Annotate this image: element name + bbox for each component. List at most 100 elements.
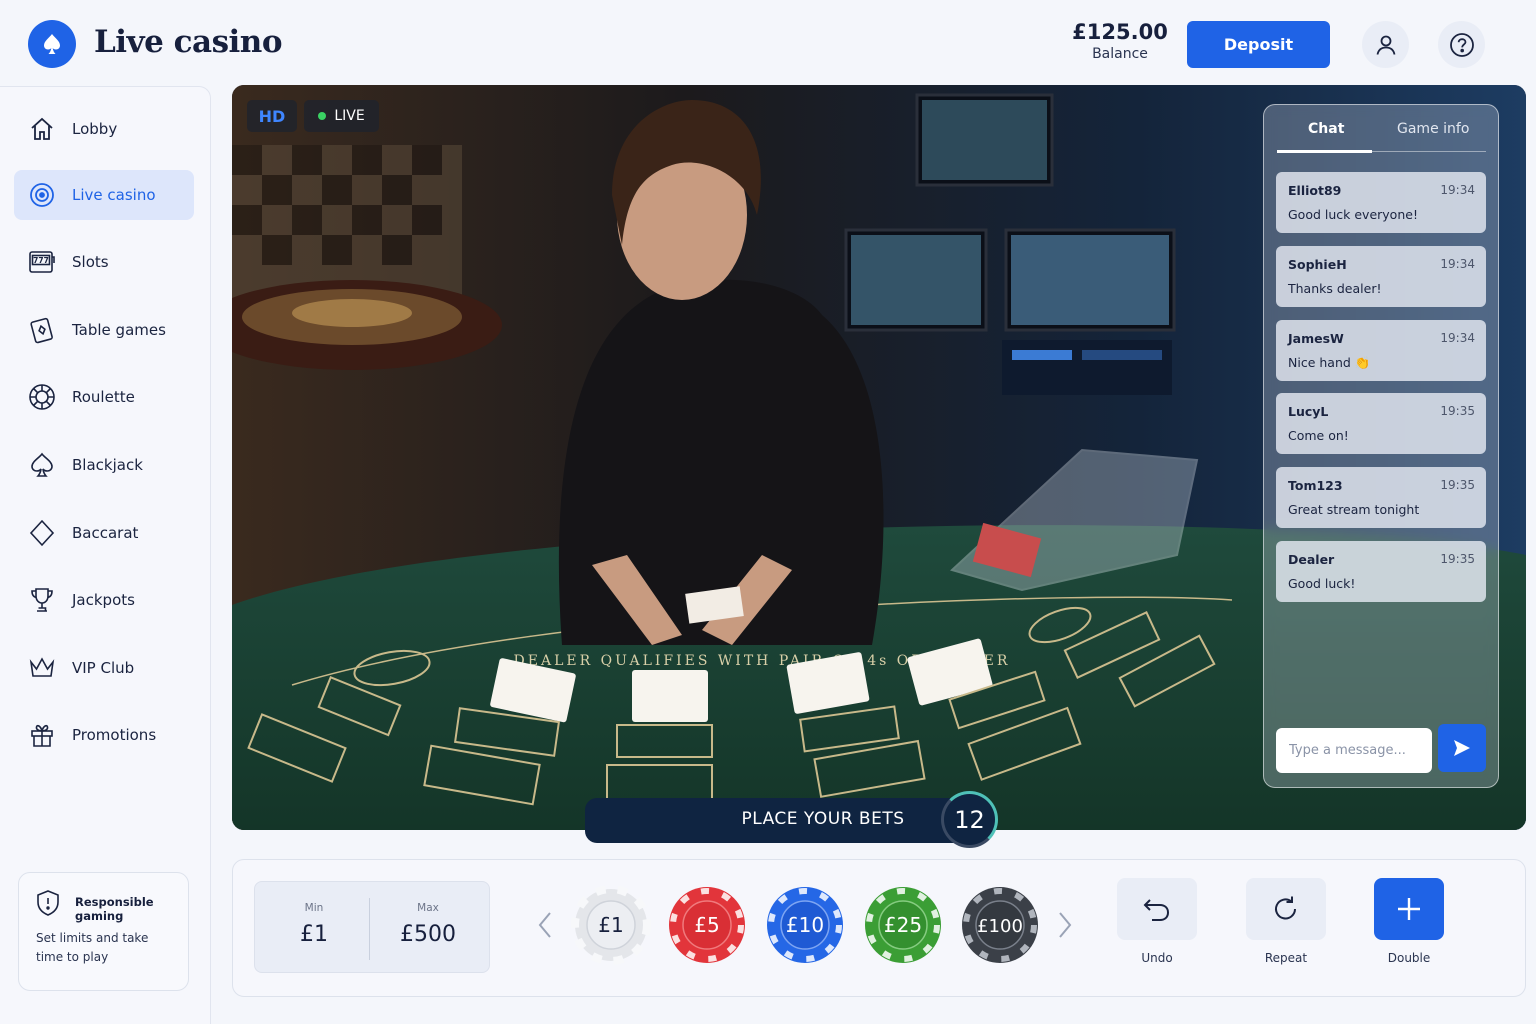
chat-message: LucyL 19:35 Come on!: [1276, 393, 1486, 454]
live-target-icon: [28, 181, 56, 209]
bet-countdown-timer: 12: [941, 791, 998, 848]
max-limit: Max £500: [369, 882, 487, 974]
message-user: LucyL: [1288, 404, 1329, 419]
chat-panel: Chat Game info Elliot89 19:34 Good luck …: [1263, 104, 1499, 788]
message-user: SophieH: [1288, 257, 1347, 272]
message-text: Come on!: [1288, 428, 1349, 443]
double-label: Double: [1387, 951, 1431, 965]
tab-game-info[interactable]: Game info: [1397, 121, 1469, 137]
place-bets-bar: PLACE YOUR BETS: [585, 798, 985, 843]
message-text: Nice hand 👏: [1288, 355, 1371, 370]
live-indicator-dot: [318, 112, 327, 120]
help-button[interactable]: [1438, 21, 1485, 68]
sidebar-item-slots[interactable]: 777 Slots: [14, 237, 194, 287]
sidebar-item-jackpots[interactable]: Jackpots: [14, 575, 194, 625]
chip-label: £1: [598, 913, 623, 937]
user-icon: [1376, 35, 1395, 55]
message-time: 19:34: [1440, 183, 1475, 197]
gift-icon: [28, 721, 56, 749]
message-user: Tom123: [1288, 478, 1343, 493]
live-badge: LIVE: [304, 100, 379, 132]
chat-message: JamesW 19:34 Nice hand 👏: [1276, 320, 1486, 381]
crown-icon: [28, 654, 56, 682]
hd-badge: HD: [247, 100, 297, 132]
sidebar-item-baccarat[interactable]: Baccarat: [14, 508, 194, 558]
sidebar-item-label: Blackjack: [72, 456, 143, 474]
message-user: JamesW: [1288, 331, 1344, 346]
undo-action[interactable]: Undo: [1117, 878, 1197, 965]
chevron-right-icon[interactable]: [1057, 910, 1073, 947]
chat-message: Dealer 19:35 Good luck!: [1276, 541, 1486, 602]
message-text: Good luck!: [1288, 576, 1356, 591]
double-action[interactable]: Double: [1369, 878, 1449, 965]
sidebar-item-live-casino[interactable]: Live casino: [14, 170, 194, 220]
spade-icon: [28, 451, 56, 479]
live-video[interactable]: DEALER QUALIFIES WITH PAIR OF 4s OR BETT…: [232, 85, 1526, 830]
repeat-icon: [1275, 896, 1296, 920]
sidebar-item-blackjack[interactable]: Blackjack: [14, 440, 194, 490]
responsible-gaming-title: Responsible gaming: [75, 895, 154, 923]
slot-machine-icon: 777: [28, 248, 56, 276]
chat-message-input[interactable]: [1276, 728, 1432, 773]
repeat-label: Repeat: [1264, 951, 1308, 965]
message-time: 19:34: [1440, 331, 1475, 345]
sidebar-item-label: Table games: [72, 321, 166, 339]
chip-label: £100: [977, 916, 1023, 937]
min-value: £1: [300, 922, 328, 947]
sidebar-item-label: Roulette: [72, 388, 135, 406]
balance-display: £125.00 Balance: [1060, 20, 1180, 62]
sidebar-item-label: Lobby: [72, 120, 118, 138]
repeat-button[interactable]: [1246, 878, 1326, 940]
chip-5[interactable]: £5: [667, 885, 747, 965]
balance-label: Balance: [1092, 46, 1148, 62]
max-value: £500: [400, 922, 456, 947]
message-user: Dealer: [1288, 552, 1335, 567]
undo-button[interactable]: [1117, 878, 1197, 940]
sidebar-item-table-games[interactable]: Table games: [14, 305, 194, 355]
card-icon: [28, 316, 56, 344]
responsible-gaming-text: Set limits and take time to play: [36, 931, 149, 964]
message-text: Great stream tonight: [1288, 502, 1420, 517]
double-button[interactable]: [1374, 878, 1444, 940]
plus-icon: [1398, 898, 1420, 920]
bet-limits: Min £1 Max £500: [254, 881, 490, 973]
repeat-action[interactable]: Repeat: [1246, 878, 1326, 965]
diamond-icon: [28, 519, 56, 547]
undo-icon: [1143, 899, 1170, 921]
tab-chat[interactable]: Chat: [1308, 121, 1344, 137]
chat-message: SophieH 19:34 Thanks dealer!: [1276, 246, 1486, 307]
sidebar: Lobby Live casino 777 Slots Table games …: [0, 86, 211, 1024]
message-time: 19:35: [1440, 552, 1475, 566]
chip-25[interactable]: £25: [863, 885, 943, 965]
sidebar-item-promotions[interactable]: Promotions: [14, 710, 194, 760]
trophy-icon: [28, 586, 56, 614]
max-label: Max: [417, 902, 439, 914]
deposit-button[interactable]: Deposit: [1187, 21, 1330, 68]
roulette-wheel-icon: [28, 383, 56, 411]
chat-message: Tom123 19:35 Great stream tonight: [1276, 467, 1486, 528]
sidebar-item-vip-club[interactable]: VIP Club: [14, 643, 194, 693]
sidebar-item-lobby[interactable]: Lobby: [14, 104, 194, 154]
sidebar-item-roulette[interactable]: Roulette: [14, 372, 194, 422]
chip-label: £10: [786, 913, 824, 937]
home-icon: [28, 115, 56, 143]
send-icon: [1454, 740, 1470, 756]
account-button[interactable]: [1362, 21, 1409, 68]
chevron-left-icon[interactable]: [537, 910, 553, 947]
live-label: LIVE: [334, 108, 365, 124]
responsible-gaming-card[interactable]: Responsible gaming Set limits and take t…: [18, 872, 189, 991]
chat-message: Elliot89 19:34 Good luck everyone!: [1276, 172, 1486, 233]
chip-10[interactable]: £10: [765, 885, 845, 965]
min-limit: Min £1: [255, 882, 373, 974]
sidebar-item-label: Slots: [72, 253, 109, 271]
shield-icon: [35, 889, 61, 921]
chip-100[interactable]: £100: [960, 885, 1040, 965]
min-label: Min: [304, 902, 324, 914]
chip-1[interactable]: £1: [571, 885, 651, 965]
message-text: Good luck everyone!: [1288, 207, 1418, 222]
send-button[interactable]: [1438, 724, 1486, 772]
message-time: 19:35: [1440, 478, 1475, 492]
message-text: Thanks dealer!: [1288, 281, 1382, 296]
message-user: Elliot89: [1288, 183, 1342, 198]
balance-amount: £125.00: [1072, 20, 1168, 44]
